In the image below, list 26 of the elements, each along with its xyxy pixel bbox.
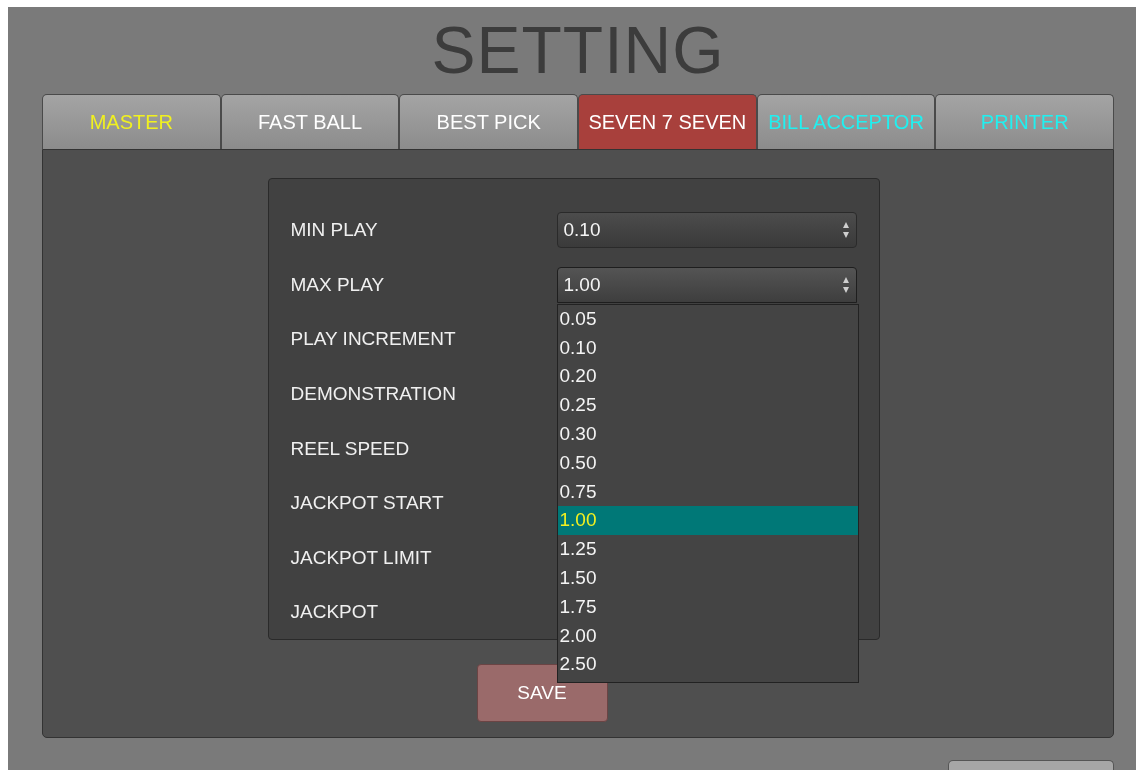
page-title: SETTING (430, 12, 726, 89)
dropdown-option[interactable]: 1.00 (557, 506, 858, 536)
select-field[interactable]: 0.10 (556, 212, 857, 249)
setting-label: JACKPOT (290, 601, 380, 624)
dropdown-option[interactable]: 0.75 (557, 477, 858, 507)
dropdown-option[interactable]: 0.30 (557, 420, 858, 449)
setting-label: MIN PLAY (290, 219, 379, 242)
setting-label: JACKPOT LIMIT (290, 546, 433, 569)
setting-label: DEMONSTRATION (290, 383, 457, 406)
dropdown-option[interactable]: 0.25 (557, 391, 858, 421)
spinner-icon (841, 275, 850, 294)
dropdown-option[interactable]: 0.05 (557, 304, 858, 334)
dropdown-option[interactable]: 1.75 (557, 592, 858, 622)
dropdown-option[interactable]: 0.10 (557, 333, 858, 363)
button[interactable] (948, 760, 1114, 770)
setting-label: MAX PLAY (290, 273, 386, 296)
setting-label: REEL SPEED (290, 437, 411, 460)
dropdown-option[interactable]: 1.50 (557, 564, 858, 593)
spinner-icon (841, 221, 850, 240)
setting-label: JACKPOT START (290, 492, 445, 515)
tab[interactable]: SEVEN 7 SEVEN (578, 94, 757, 149)
dropdown-option[interactable]: 0.50 (557, 448, 858, 478)
dropdown-option[interactable]: 0.20 (557, 362, 858, 392)
setting-label: PLAY INCREMENT (290, 328, 457, 351)
dropdown-option[interactable]: 2.00 (557, 621, 858, 651)
dropdown-option[interactable]: 1.25 (557, 535, 858, 565)
